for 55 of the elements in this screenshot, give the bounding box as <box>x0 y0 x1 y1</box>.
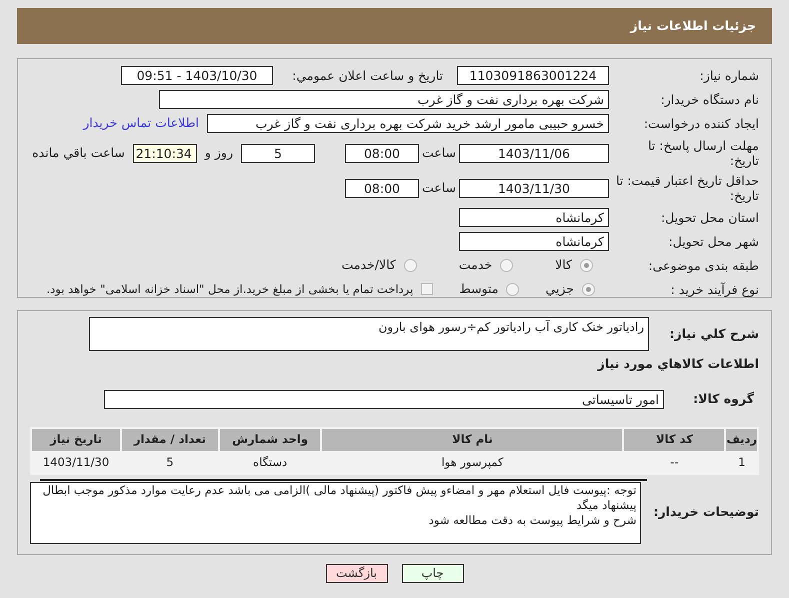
field-label: استان محل تحویل: <box>660 210 759 225</box>
radio-button[interactable] <box>500 258 514 272</box>
text-field[interactable]: 1103091863001224 <box>457 66 609 85</box>
buyer-notes-field[interactable]: توجه :پیوست فایل استعلام مهر و امضاءو پیش فاکتور (پیشنهاد مالی )الزامی می باشد عدم رعایت موارد مذکور موجب ابطال پیشنهاد میگد شرح و شرایط پیوست به دقت مطالعه شود <box>30 482 642 544</box>
text-field[interactable]: شرکت بهره برداری نفت و گاز غرب <box>159 90 609 109</box>
field-label: ایجاد کننده درخواست: <box>642 116 759 131</box>
text-field[interactable]: 5 <box>241 144 315 162</box>
text-field[interactable]: 08:00 <box>345 178 419 198</box>
radio-label: کالا <box>555 256 572 274</box>
radio-label: جزیي <box>545 280 574 298</box>
radio-button[interactable] <box>404 258 417 272</box>
text-field[interactable]: خسرو حبیبی مامور ارشد خرید شرکت بهره برداری نفت و گاز غرب <box>207 114 609 133</box>
field-label: شرح کلي نیاز: <box>668 324 759 343</box>
text-field[interactable]: 1403/11/30 <box>459 178 609 198</box>
column-header: تعداد / مقدار <box>122 428 218 451</box>
days-label: روز و <box>203 144 234 162</box>
remaining-label: ساعت باقي مانده <box>32 144 126 162</box>
field-label: شماره نیاز: <box>698 68 759 83</box>
back-button[interactable]: بازگشت <box>326 564 388 583</box>
text-field[interactable]: کرمانشاه <box>459 232 609 251</box>
column-header: تاریخ نیاز <box>32 428 120 451</box>
field-label: نوع فرآیند خرید : <box>670 282 759 297</box>
field-label: تاریخ و ساعت اعلان عمومي: <box>291 68 443 83</box>
radio-label: کالا/خدمت <box>341 256 396 274</box>
field-label: حداقل تاریخ اعتبار قیمت: تا تاریخ: <box>614 173 759 203</box>
text-field[interactable]: کرمانشاه <box>459 208 609 227</box>
text-field[interactable]: 08:00 <box>345 144 419 162</box>
contact-link[interactable]: اطلاعات تماس خریدار <box>83 114 199 133</box>
checkbox[interactable] <box>421 283 434 296</box>
column-header: کد کالا <box>624 428 724 451</box>
radio-button[interactable] <box>506 282 520 296</box>
print-button[interactable]: چاپ <box>402 564 464 583</box>
column-header: نام کالا <box>322 428 622 451</box>
text-field[interactable]: 1403/11/06 <box>459 144 609 162</box>
field-label: طبقه بندی موضوعی: <box>647 258 759 273</box>
description-field[interactable]: رادیاتور خنک کاری آب رادیاتور کم÷رسور هوای بارون <box>89 317 649 351</box>
field-label: نام دستگاه خریدار: <box>660 92 759 107</box>
section-heading: اطلاعات کالاهاي مورد نیاز <box>596 355 759 373</box>
time-label: ساعت <box>420 144 457 162</box>
time-label: ساعت <box>420 178 457 197</box>
column-header: واحد شمارش <box>220 428 320 451</box>
text-field[interactable]: امور تاسیساتی <box>104 390 664 409</box>
radio-button[interactable] <box>580 258 593 272</box>
radio-label: متوسط <box>459 280 498 298</box>
radio-label: خدمت <box>458 256 492 274</box>
column-header: ردیف <box>726 428 757 451</box>
checkbox-label: پرداخت تمام یا بخشی از مبلغ خرید.از محل "اسناد خزانه اسلامی" خواهد بود. <box>46 280 414 298</box>
field-label: توضیحات خریدار: <box>652 503 759 522</box>
countdown-field[interactable]: 21:10:34 <box>132 144 197 162</box>
radio-button[interactable] <box>582 282 595 296</box>
text-field[interactable]: 1403/10/30 - 09:51 <box>121 66 273 85</box>
field-label: مهلت ارسال پاسخ: تا تاریخ: <box>647 138 759 168</box>
page-title: جزئیات اطلاعات نیاز <box>630 16 756 35</box>
field-label: شهر محل تحویل: <box>668 234 759 249</box>
field-label: گروه کالا: <box>692 390 755 408</box>
